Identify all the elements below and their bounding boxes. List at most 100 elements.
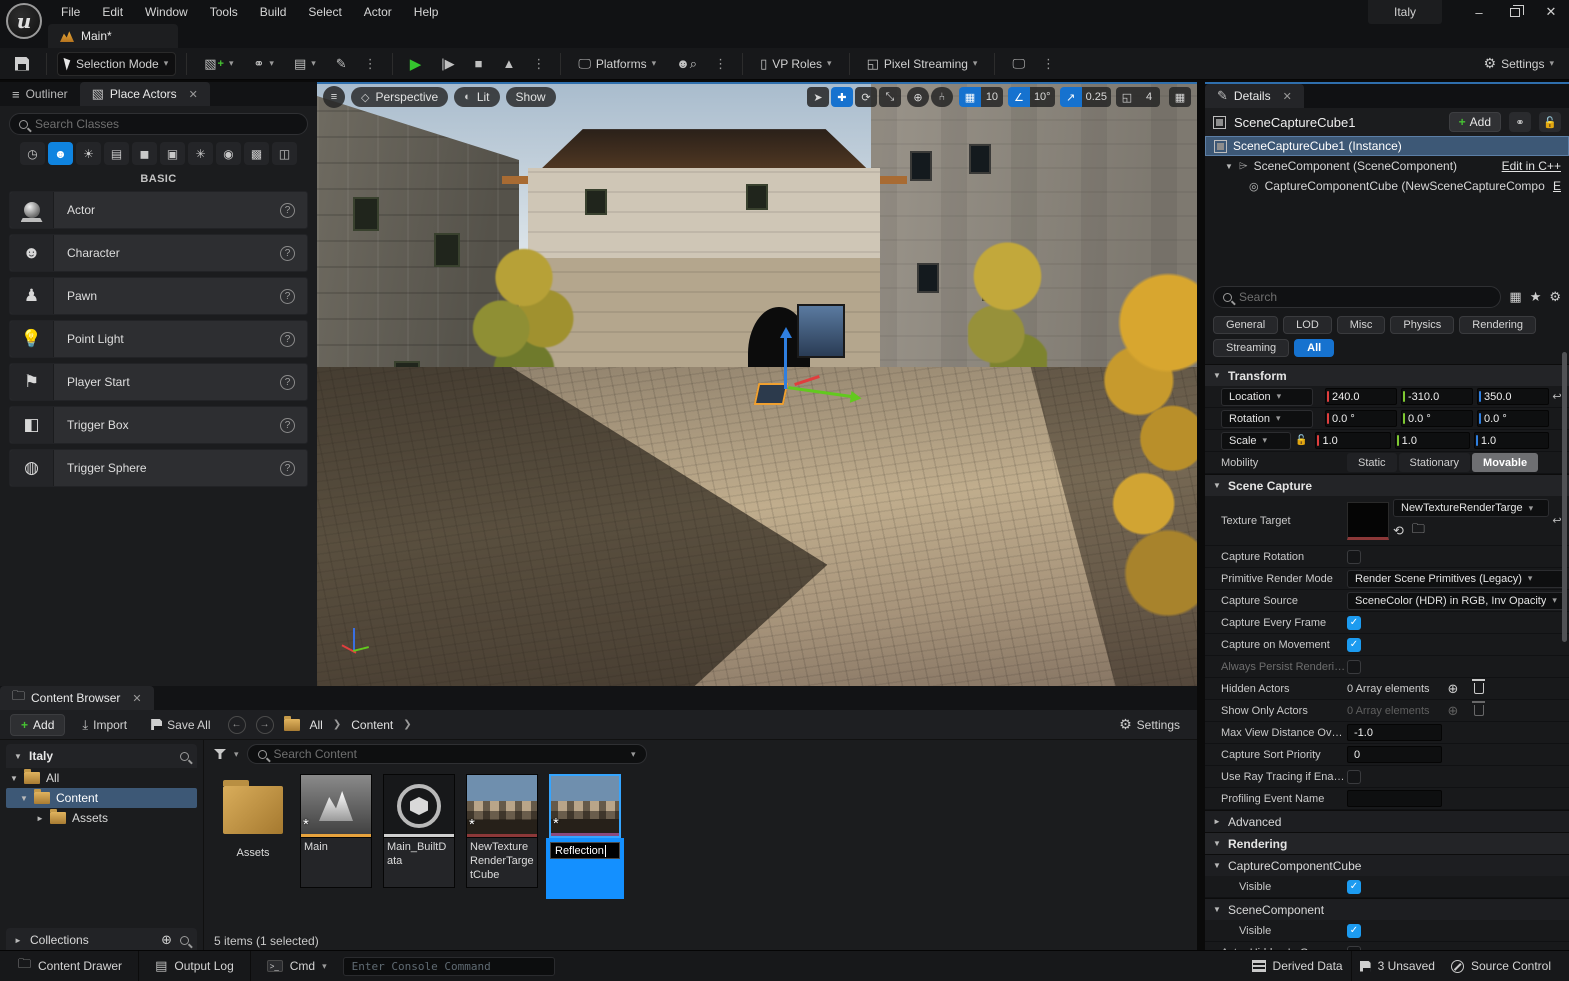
profiling-event-name-field[interactable] (1347, 790, 1442, 807)
menu-file[interactable]: File (50, 1, 91, 23)
translation-gizmo[interactable] (748, 331, 868, 441)
details-search-input[interactable]: Search (1213, 286, 1501, 308)
media-capture-dots[interactable]: ⋮ (1038, 56, 1060, 72)
output-log-button[interactable]: ▤Output Log (147, 951, 242, 981)
gizmo-x-axis[interactable] (794, 375, 820, 386)
shapes-category-icon[interactable]: ◼ (132, 142, 157, 165)
filter-streaming[interactable]: Streaming (1213, 339, 1289, 357)
settings-dropdown[interactable]: ⚙Settings▾ (1477, 52, 1561, 76)
add-component-button[interactable]: +Add (1449, 112, 1501, 132)
edit-in-cpp-link-clipped[interactable]: E (1553, 179, 1561, 193)
viewport-options-menu[interactable]: ≡ (323, 86, 345, 108)
collections-row[interactable]: ► Collections ⊕ (6, 928, 197, 952)
use-selected-asset-icon[interactable]: ⟲ (1393, 523, 1404, 539)
tab-outliner[interactable]: ≡Outliner (0, 82, 80, 106)
asset-tile-reflection-selected[interactable]: * Reflection (546, 774, 624, 899)
grid-snap-value[interactable]: 10 (981, 87, 1003, 107)
menu-tools[interactable]: Tools (199, 1, 249, 23)
use-ray-tracing-checkbox[interactable] (1347, 770, 1361, 784)
place-actor-item-trigger-sphere[interactable]: ◍ Trigger Sphere ? (9, 449, 308, 487)
help-icon[interactable]: ? (280, 332, 295, 347)
clear-array-icon[interactable] (1474, 683, 1484, 694)
tab-main-level[interactable]: Main* (48, 24, 178, 48)
characters-category-icon[interactable]: ▣ (160, 142, 185, 165)
section-rendering[interactable]: ▼Rendering (1205, 832, 1569, 854)
all-classes-category-icon[interactable]: ◫ (272, 142, 297, 165)
level-viewport[interactable]: ≡ ◇Perspective ◐Lit Show ➤ ✚ ⟳ ⤡ ⊕ ⑃ ▦ 1… (317, 82, 1197, 686)
play-options-dots[interactable]: ⋮ (528, 56, 550, 72)
mobility-stationary[interactable]: Stationary (1399, 453, 1471, 472)
place-actor-item-trigger-box[interactable]: ◧ Trigger Box ? (9, 406, 308, 444)
component-tree-scene-component-row[interactable]: ▼ ⌲ SceneComponent (SceneComponent) Edit… (1205, 156, 1569, 176)
tab-details[interactable]: ✎Details✕ (1205, 84, 1304, 108)
help-icon[interactable]: ? (280, 289, 295, 304)
pixel-streaming-dropdown[interactable]: ◱Pixel Streaming▾ (860, 52, 985, 76)
menu-edit[interactable]: Edit (91, 1, 134, 23)
help-icon[interactable]: ? (280, 418, 295, 433)
menu-build[interactable]: Build (249, 1, 298, 23)
play-button[interactable]: ▶ (403, 52, 429, 76)
scene-component-header[interactable]: ▼SceneComponent (1205, 898, 1569, 920)
search-classes-input[interactable]: Search Classes (9, 113, 308, 135)
component-tree-capture-component-row[interactable]: ◎ CaptureComponentCube (NewSceneCaptureC… (1205, 176, 1569, 196)
display-options-icon[interactable]: ▦ (1509, 289, 1521, 305)
help-icon[interactable]: ? (280, 461, 295, 476)
media-capture-button[interactable]: 🖵 (1005, 52, 1032, 76)
add-asset-button[interactable]: +Add (10, 714, 65, 736)
perspective-dropdown[interactable]: ◇Perspective (351, 87, 448, 107)
filter-rendering[interactable]: Rendering (1459, 316, 1536, 334)
basic-category-icon[interactable]: ☻ (48, 142, 73, 165)
menu-help[interactable]: Help (403, 1, 450, 23)
platforms-dropdown[interactable]: 🖵Platforms▾ (571, 52, 663, 76)
gizmo-y-axis[interactable] (788, 386, 858, 399)
expand-arrow-icon[interactable]: ▼ (1225, 162, 1233, 171)
rotation-snap-value[interactable]: 10° (1030, 87, 1055, 107)
place-actor-item-point-light[interactable]: 💡 Point Light ? (9, 320, 308, 358)
content-browser-settings[interactable]: ⚙Settings (1112, 713, 1187, 737)
texture-target-dropdown[interactable]: NewTextureRenderTarge▾ (1393, 499, 1549, 517)
section-transform[interactable]: ▼Transform (1205, 364, 1569, 386)
capture-source-dropdown[interactable]: SceneColor (HDR) in RGB, Inv Opacity▾ (1347, 592, 1565, 610)
mobility-static[interactable]: Static (1347, 453, 1397, 472)
content-drawer-button[interactable]: 🗀Content Drawer (10, 951, 130, 981)
back-button[interactable]: ← (228, 716, 246, 734)
scale-y-field[interactable]: 1.0 (1395, 432, 1470, 449)
save-all-button[interactable]: Save All (144, 713, 217, 737)
source-control-button[interactable]: Source Control (1443, 951, 1559, 981)
close-button[interactable]: ✕ (1534, 0, 1568, 24)
cmd-dropdown[interactable]: >_Cmd▾ (259, 951, 335, 981)
sources-root-row[interactable]: ▼ Italy (6, 744, 197, 768)
scale-tool[interactable]: ⤡ (879, 87, 901, 107)
help-icon[interactable]: ? (280, 246, 295, 261)
unreal-logo[interactable]: u (6, 3, 42, 39)
filter-physics[interactable]: Physics (1390, 316, 1454, 334)
filter-all[interactable]: All (1294, 339, 1334, 357)
rename-asset-input[interactable]: Reflection (550, 842, 620, 859)
section-scene-capture[interactable]: ▼Scene Capture (1205, 474, 1569, 496)
scale-z-field[interactable]: 1.0 (1474, 432, 1549, 449)
tree-item-content[interactable]: ▼Content (6, 788, 197, 808)
cinematics-dropdown[interactable]: ▤▾ (287, 52, 323, 76)
asset-tile-main-builtdata[interactable]: Main_BuiltData (380, 774, 458, 888)
recently-placed-icon[interactable]: ◷ (20, 142, 45, 165)
rotation-snap-toggle[interactable]: ∠ (1008, 87, 1030, 107)
save-button[interactable] (8, 52, 36, 76)
volumes-category-icon[interactable]: ▩ (244, 142, 269, 165)
filter-misc[interactable]: Misc (1337, 316, 1386, 334)
scale-lock-icon[interactable]: 🔓 (1295, 435, 1307, 446)
asset-tile-main-level[interactable]: * Main (297, 774, 375, 888)
search-icon[interactable] (180, 752, 189, 761)
add-array-element-icon[interactable]: ⊕ (1448, 681, 1459, 697)
scene-capture-advanced-toggle[interactable]: ►Advanced (1205, 810, 1569, 832)
tab-place-actors[interactable]: ▧Place Actors✕ (80, 82, 210, 106)
view-mode-dropdown[interactable]: ◐Lit (454, 87, 499, 107)
search-content-input[interactable]: Search Content ▾ (247, 744, 647, 764)
visible-checkbox[interactable]: ✓ (1347, 924, 1361, 938)
edit-blueprint-button[interactable]: ⚭ (1509, 112, 1531, 132)
component-tree-instance-row[interactable]: SceneCaptureCube1 (Instance) (1205, 136, 1569, 156)
breadcrumb-all[interactable]: All (310, 718, 323, 732)
menu-select[interactable]: Select (297, 1, 352, 23)
asset-tile-new-texture-render-target-cube[interactable]: * NewTextureRenderTargetCube (463, 774, 541, 888)
import-button[interactable]: ⤓Import (75, 713, 134, 737)
minimize-button[interactable]: – (1462, 0, 1496, 24)
